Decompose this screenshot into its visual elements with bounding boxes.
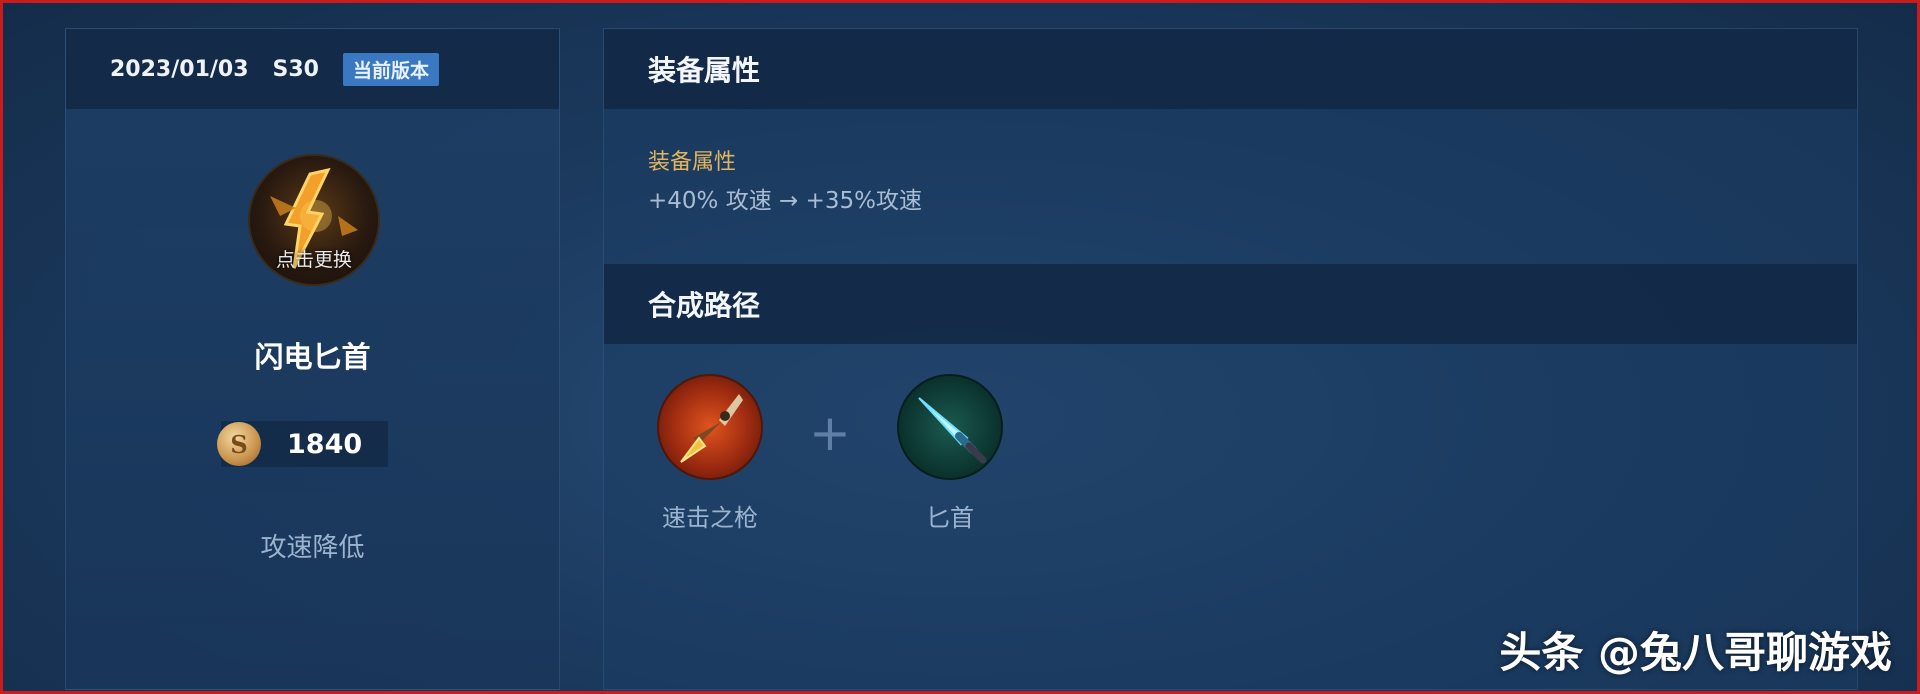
version-date: 2023/01/03: [110, 56, 249, 82]
attributes-block: 装备属性 +40% 攻速 → +35%攻速: [604, 109, 1857, 264]
item-detail-panel: 2023/01/03 S30 当前版本 点击更换 闪电匕首 S 1840 攻速降…: [65, 28, 560, 690]
attributes-title: 装备属性: [648, 150, 737, 175]
item-info-panel: 装备属性 装备属性 +40% 攻速 → +35%攻速 合成路径 速击之枪 + 匕…: [603, 28, 1858, 690]
version-header: 2023/01/03 S30 当前版本: [66, 29, 559, 109]
change-effect-label: 攻速降低: [260, 533, 365, 563]
attributes-section-header: 装备属性: [604, 29, 1857, 109]
attributes-value: +40% 攻速 → +35%攻速: [648, 188, 922, 214]
recipe-item-label: 匕首: [926, 504, 974, 532]
recipe-section-header: 合成路径: [604, 264, 1857, 344]
current-version-badge: 当前版本: [343, 52, 440, 86]
item-price: 1840: [287, 429, 363, 460]
plus-icon: +: [809, 404, 851, 462]
tap-to-change-label: 点击更换: [275, 249, 352, 271]
recipe-item-spear[interactable]: 速击之枪: [640, 374, 780, 533]
dagger-icon: [897, 374, 1003, 480]
recipe-item-dagger[interactable]: 匕首: [880, 374, 1020, 533]
spear-icon: [657, 374, 763, 480]
gold-coin-icon: S: [217, 422, 261, 466]
season-label: S30: [272, 56, 319, 82]
watermark: 头条 @兔八哥聊游戏: [1499, 628, 1892, 677]
item-icon-button[interactable]: 点击更换: [248, 154, 380, 286]
recipe-item-label: 速击之枪: [662, 504, 758, 532]
item-name: 闪电匕首: [254, 340, 371, 374]
price-box: S 1840: [217, 421, 388, 467]
